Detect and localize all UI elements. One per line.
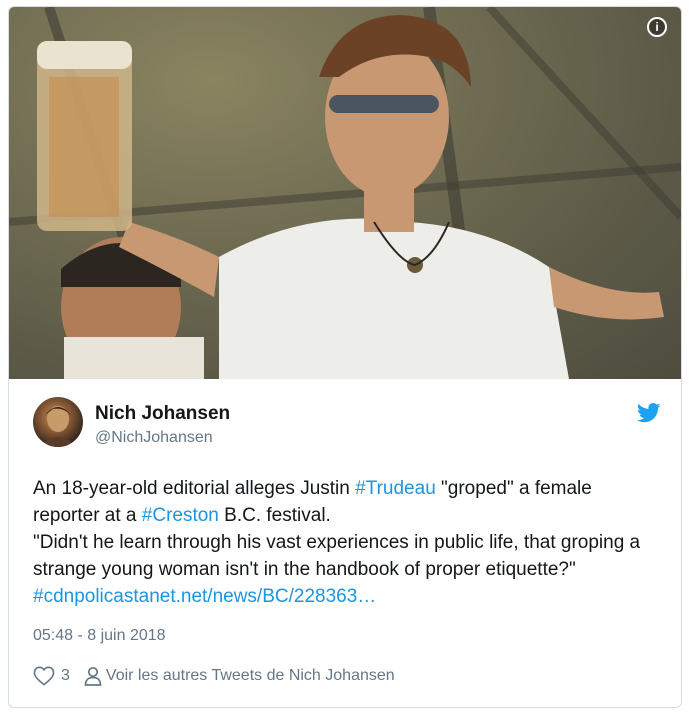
person-icon: [84, 666, 102, 686]
tweet-actions: 3 Voir les autres Tweets de Nich Johanse…: [33, 663, 395, 689]
tweet-photo[interactable]: i: [9, 7, 681, 379]
photo-illustration: [9, 7, 681, 379]
tweet-header: Nich Johansen @NichJohansen: [33, 397, 663, 453]
tweet-paragraph-1: An 18-year-old editorial alleges Justin …: [33, 475, 663, 529]
author-handle[interactable]: @NichJohansen: [95, 429, 213, 447]
tweet-link[interactable]: #cdnpolicastanet.net/news/BC/228363…: [33, 586, 376, 607]
tweet-text: An 18-year-old editorial alleges Justin …: [33, 475, 663, 610]
tweet-text-segment: An 18-year-old editorial alleges Justin: [33, 478, 356, 499]
tweet-paragraph-2: "Didn't he learn through his vast experi…: [33, 529, 663, 610]
tweet-text-segment: "Didn't he learn through his vast experi…: [33, 532, 641, 580]
tweet-card: i Nich Johansen @NichJohansen An 18-year…: [8, 6, 682, 708]
like-button[interactable]: 3: [33, 666, 70, 686]
info-icon[interactable]: i: [647, 17, 667, 37]
more-tweets-label: Voir les autres Tweets de Nich Johansen: [105, 667, 395, 684]
twitter-bird-icon[interactable]: [637, 403, 661, 423]
hashtag-trudeau[interactable]: #Trudeau: [355, 478, 436, 499]
avatar-image: [39, 406, 77, 447]
like-count: 3: [61, 667, 70, 684]
tweet-timestamp[interactable]: 05:48 - 8 juin 2018: [33, 627, 166, 645]
author-name[interactable]: Nich Johansen: [95, 403, 230, 425]
tweet-text-segment: B.C. festival.: [218, 505, 331, 526]
avatar[interactable]: [33, 397, 83, 447]
heart-icon: [33, 666, 55, 686]
more-tweets-link[interactable]: Voir les autres Tweets de Nich Johansen: [84, 666, 395, 686]
hashtag-creston[interactable]: #Creston: [142, 505, 219, 526]
